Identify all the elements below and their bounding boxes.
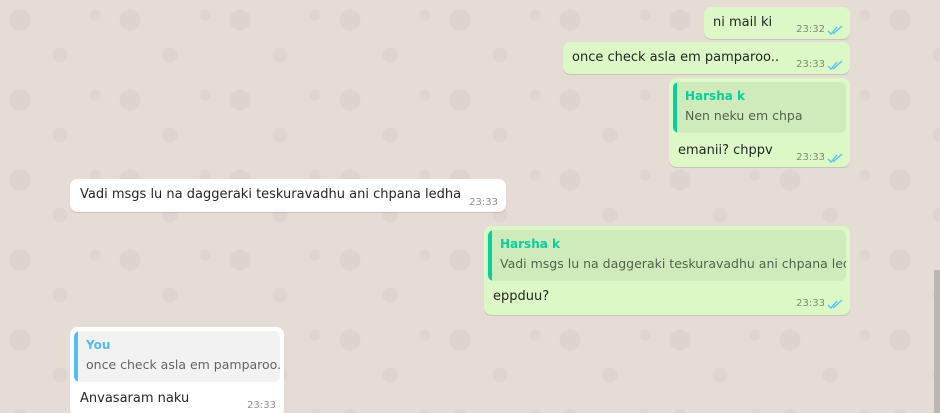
quote-accent-bar <box>673 82 677 133</box>
quoted-author: You <box>86 338 111 352</box>
quote-accent-bar <box>488 230 492 281</box>
quoted-author: Harsha k <box>685 89 745 103</box>
message-time: 23:33 <box>796 59 825 70</box>
quoted-text: Vadi msgs lu na daggeraki teskuravadhu a… <box>500 256 846 271</box>
quoted-text: Nen neku em chpa <box>685 108 803 123</box>
double-check-read-icon <box>827 60 843 70</box>
double-check-read-icon <box>827 25 843 35</box>
outgoing-message[interactable]: ni mail ki 23:32 <box>704 7 850 39</box>
incoming-message[interactable]: Vadi msgs lu na daggeraki teskuravadhu a… <box>70 179 506 212</box>
chat-panel: ni mail ki 23:32 once check asla em pamp… <box>0 0 934 413</box>
message-time: 23:33 <box>247 400 276 411</box>
chat-scrollbar-thumb[interactable] <box>934 270 940 413</box>
message-text: emanii? chppv <box>678 143 773 158</box>
message-time: 23:32 <box>796 24 825 35</box>
quoted-message[interactable]: You once check asla em pamparoo.. <box>74 331 280 382</box>
message-text: Vadi msgs lu na daggeraki teskuravadhu a… <box>80 187 462 202</box>
incoming-reply-message[interactable]: You once check asla em pamparoo.. Anvasa… <box>70 327 284 413</box>
quote-accent-bar <box>74 331 78 382</box>
double-check-read-icon <box>827 153 843 163</box>
message-text: once check asla em pamparoo.. <box>572 50 780 65</box>
quoted-message[interactable]: Harsha k Vadi msgs lu na daggeraki tesku… <box>488 230 846 281</box>
double-check-read-icon <box>827 299 843 309</box>
message-text: eppduu? <box>493 289 550 304</box>
quoted-text: once check asla em pamparoo.. <box>86 357 280 372</box>
message-time: 23:33 <box>469 197 498 208</box>
outgoing-reply-message[interactable]: Harsha k Nen neku em chpa emanii? chppv … <box>669 78 850 167</box>
outgoing-reply-message[interactable]: Harsha k Vadi msgs lu na daggeraki tesku… <box>484 226 850 315</box>
message-time: 23:33 <box>796 152 825 163</box>
quoted-author: Harsha k <box>500 237 560 251</box>
quoted-message[interactable]: Harsha k Nen neku em chpa <box>673 82 846 133</box>
message-text: Anvasaram naku <box>80 391 190 406</box>
message-time: 23:33 <box>796 298 825 309</box>
outgoing-message[interactable]: once check asla em pamparoo.. 23:33 <box>563 42 850 74</box>
message-text: ni mail ki <box>713 15 773 30</box>
